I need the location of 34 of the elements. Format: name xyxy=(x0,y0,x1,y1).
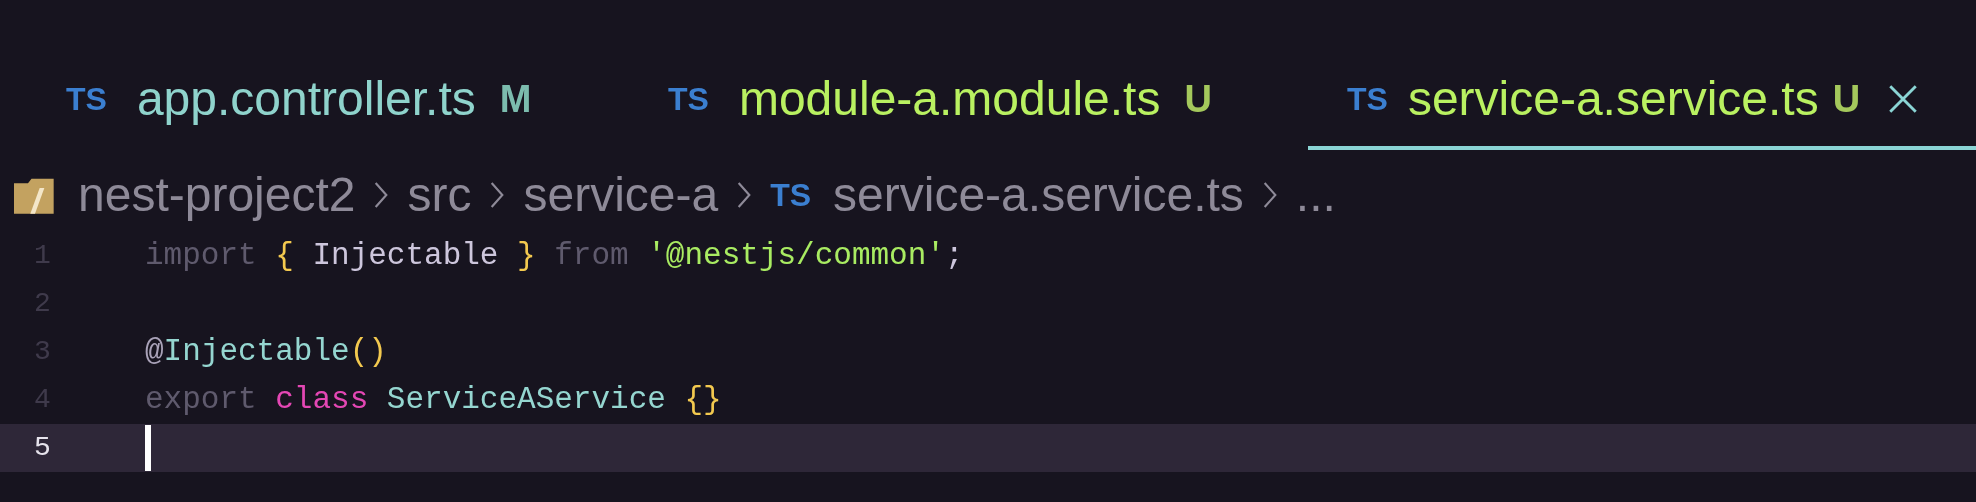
breadcrumb-item[interactable]: nest-project2 xyxy=(78,159,356,231)
breadcrumb-item[interactable]: service-a xyxy=(523,159,719,231)
editor-tab[interactable]: TS app.controller.ts M xyxy=(0,52,630,150)
breadcrumb-item[interactable]: service-a.service.ts xyxy=(833,159,1244,231)
tab-label: module-a.module.ts xyxy=(738,71,1161,127)
code-token: @ xyxy=(145,332,164,371)
line-number: 5 xyxy=(33,431,52,465)
tab-label: service-a.service.ts xyxy=(1407,71,1819,127)
code-token: Injectable xyxy=(312,236,499,275)
git-status-letter: M xyxy=(499,76,532,122)
code-token: export xyxy=(145,380,257,419)
editor-tab[interactable]: TS module-a.module.ts U xyxy=(630,52,1308,150)
code-token: { xyxy=(275,236,294,275)
code-token: from xyxy=(554,236,629,275)
typescript-file-icon: TS xyxy=(770,171,812,219)
typescript-file-icon: TS xyxy=(66,75,107,123)
code-token: class xyxy=(275,380,369,419)
tab-label: app.controller.ts xyxy=(136,71,476,127)
typescript-file-icon: TS xyxy=(1347,75,1388,123)
git-status-letter: U xyxy=(1832,76,1861,122)
code-token: Injectable xyxy=(163,332,350,371)
code-token: ServiceAService xyxy=(386,380,666,419)
folder-icon xyxy=(14,176,56,214)
typescript-file-icon: TS xyxy=(668,75,709,123)
breadcrumb-item[interactable]: ... xyxy=(1295,159,1336,231)
code-token: {} xyxy=(684,380,722,419)
breadcrumb-item[interactable]: src xyxy=(407,159,472,231)
code-token: () xyxy=(349,332,387,371)
code-token: import xyxy=(145,236,257,275)
code-token: ; xyxy=(944,236,964,275)
code-token: '@nestjs/common' xyxy=(647,236,945,275)
text-cursor xyxy=(145,425,151,471)
code-token: } xyxy=(517,236,536,275)
git-status-letter: U xyxy=(1184,76,1212,122)
